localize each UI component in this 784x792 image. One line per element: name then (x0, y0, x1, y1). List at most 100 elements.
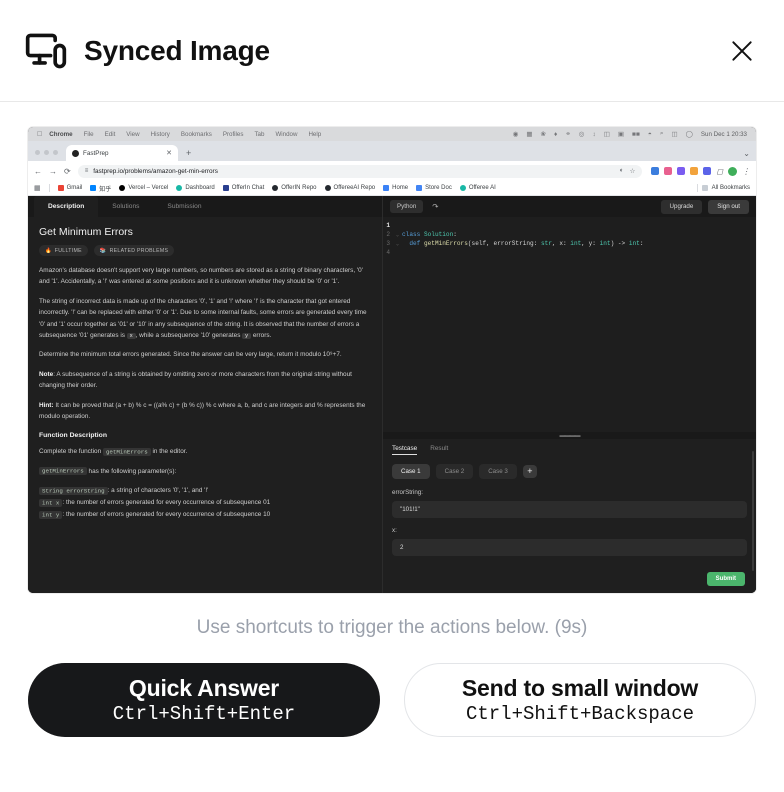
param-code: int y (39, 510, 63, 519)
address-bar[interactable]: ≡ fastprep.io/problems/amazon-get-min-er… (77, 164, 643, 178)
problem-badges: 🔥 FULLTIME 📚 RELATED PROBLEMS (39, 245, 371, 256)
bookmark-gmail[interactable]: Gmail (57, 185, 83, 191)
search-icon[interactable]: ⌕ (660, 130, 664, 138)
badge-fulltime[interactable]: 🔥 FULLTIME (39, 245, 88, 256)
star-icon[interactable]: ☆ (630, 167, 636, 175)
siri-icon[interactable]: ◯ (686, 130, 693, 138)
extension-indigo-icon[interactable] (703, 167, 712, 175)
columns-icon[interactable]: ◫ (604, 130, 610, 138)
upgrade-button[interactable]: Upgrade (660, 199, 703, 214)
menu-edit[interactable]: Edit (105, 131, 116, 138)
extension-purple-icon[interactable] (677, 167, 686, 175)
bookmark-vercel[interactable]: Vercel – Vercel (119, 185, 168, 191)
menu-help[interactable]: Help (308, 131, 321, 138)
menu-history[interactable]: History (151, 131, 170, 138)
send-to-small-window-button[interactable]: Send to small window Ctrl+Shift+Backspac… (404, 663, 756, 737)
droplet-icon[interactable]: ♦ (554, 131, 557, 138)
apps-grid-icon[interactable]: ▦ (34, 184, 41, 192)
menu-profiles[interactable]: Profiles (223, 131, 244, 138)
code-text: class Solution: (402, 231, 457, 238)
apple-logo-icon[interactable]:  (37, 131, 42, 138)
reload-icon[interactable]: ⟳ (64, 167, 71, 176)
language-selector[interactable]: Python (390, 200, 424, 213)
tab-description[interactable]: Description (34, 196, 99, 217)
profile-avatar[interactable] (728, 166, 737, 176)
quick-answer-button[interactable]: Quick Answer Ctrl+Shift+Enter (28, 663, 380, 737)
bookmark-offerin-chat[interactable]: OfferIn Chat (222, 185, 264, 191)
quick-answer-shortcut: Ctrl+Shift+Enter (112, 703, 296, 725)
zhihu-icon (90, 185, 97, 191)
bookmark-dashboard[interactable]: Dashboard (176, 185, 215, 191)
menu-view[interactable]: View (126, 131, 139, 138)
add-case-button[interactable]: + (522, 465, 537, 478)
display-icon[interactable]: ▣ (618, 130, 624, 138)
case-1-button[interactable]: Case 1 (392, 464, 430, 479)
testcase-scrollbar[interactable] (752, 451, 754, 571)
browser-menu-icon[interactable]: ⋮ (742, 167, 750, 176)
extension-orange-icon[interactable] (690, 167, 699, 175)
minimize-window-button[interactable] (44, 150, 49, 155)
line-number: 1 (386, 222, 390, 229)
bookmark-store-doc[interactable]: Store Doc (416, 185, 452, 191)
screen-record-icon[interactable]: ◉ (513, 130, 519, 138)
bookmark-offerin-repo[interactable]: OfferIN Repo (272, 185, 317, 191)
grid-icon[interactable]: ▦ (526, 130, 532, 138)
submit-button[interactable]: Submit (706, 572, 745, 586)
bookmark-label: Gmail (66, 185, 83, 191)
wifi-icon[interactable]: ◓ (648, 131, 652, 138)
back-arrow-icon[interactable]: ← (34, 167, 42, 176)
menu-tab[interactable]: Tab (254, 131, 264, 138)
tab-solutions[interactable]: Solutions (98, 196, 153, 217)
menu-file[interactable]: File (84, 131, 94, 138)
reset-icon[interactable]: ↷ (432, 202, 438, 211)
window-traffic-lights[interactable] (35, 150, 58, 161)
eye-off-icon[interactable]: ◐ (620, 167, 624, 175)
errorstring-input[interactable]: "101!1" (392, 501, 747, 518)
all-bookmarks-group[interactable]: All Bookmarks (696, 184, 750, 192)
editor-toolbar: Python ↷ Upgrade Sign out (383, 196, 756, 217)
case-3-button[interactable]: Case 3 (479, 464, 517, 479)
link-icon[interactable]: ⚭ (565, 130, 570, 138)
case-2-button[interactable]: Case 2 (435, 464, 474, 479)
extension-pink-icon[interactable] (664, 167, 673, 175)
note-label: Note (39, 370, 54, 378)
tab-submission[interactable]: Submission (153, 196, 215, 217)
menu-chrome[interactable]: Chrome (49, 131, 72, 138)
battery-icon[interactable]: ■■ (632, 131, 640, 138)
bookmark-home[interactable]: Home (383, 185, 408, 191)
browser-tab-fastprep[interactable]: FastPrep ✕ (66, 145, 178, 161)
menu-window[interactable]: Window (275, 131, 297, 138)
problem-title: Get Minimum Errors (39, 226, 133, 238)
tab-close-icon[interactable]: ✕ (166, 149, 172, 157)
synced-screenshot[interactable]:  Chrome File Edit View History Bookmark… (28, 127, 756, 593)
close-icon[interactable] (722, 31, 762, 71)
bookmark-offereeai-repo[interactable]: OffereeAI Repo (324, 185, 376, 191)
record-icon[interactable]: ◎ (579, 130, 585, 138)
maximize-window-button[interactable] (53, 150, 58, 155)
param-desc: : the number of errors generated for eve… (62, 511, 271, 519)
bookmark-label: OffereeAI Repo (333, 185, 376, 191)
control-center-icon[interactable]: ◫ (671, 130, 677, 138)
tab-result[interactable]: Result (430, 445, 448, 455)
bookmark-zhihu[interactable]: 知乎 (90, 184, 111, 193)
signout-button[interactable]: Sign out (708, 199, 749, 214)
menu-bookmarks[interactable]: Bookmarks (181, 131, 212, 138)
errorstring-field-label: errorString: (392, 489, 423, 496)
bluetooth-icon[interactable]: ❀ (541, 130, 546, 138)
code-editor[interactable]: 1 2 ⌄ class Solution: 3 ⌄ def getMinErro… (383, 217, 756, 432)
new-tab-button[interactable]: + (186, 148, 191, 158)
tab-list-chevron-down-icon[interactable]: ⌄ (743, 149, 756, 161)
tab-testcase[interactable]: Testcase (392, 445, 418, 455)
close-window-button[interactable] (35, 150, 40, 155)
x-input[interactable]: 2 (392, 539, 747, 556)
badge-related-problems[interactable]: 📚 RELATED PROBLEMS (93, 245, 175, 256)
menubar-clock: Sun Dec 1 20:33 (700, 130, 747, 138)
site-settings-icon[interactable]: ≡ (85, 168, 89, 174)
arrow-icon[interactable]: ↕ (592, 131, 595, 138)
panel-resize-handle[interactable]: ▬▬▬▬ (383, 432, 756, 439)
extension-blue-icon[interactable] (651, 167, 660, 175)
bookmark-offeree-ai[interactable]: Offeree AI (459, 185, 496, 191)
extension-puzzle-icon[interactable]: ◻ (716, 167, 723, 176)
forward-arrow-icon[interactable]: → (49, 167, 57, 176)
line-number: 3 (386, 240, 390, 247)
